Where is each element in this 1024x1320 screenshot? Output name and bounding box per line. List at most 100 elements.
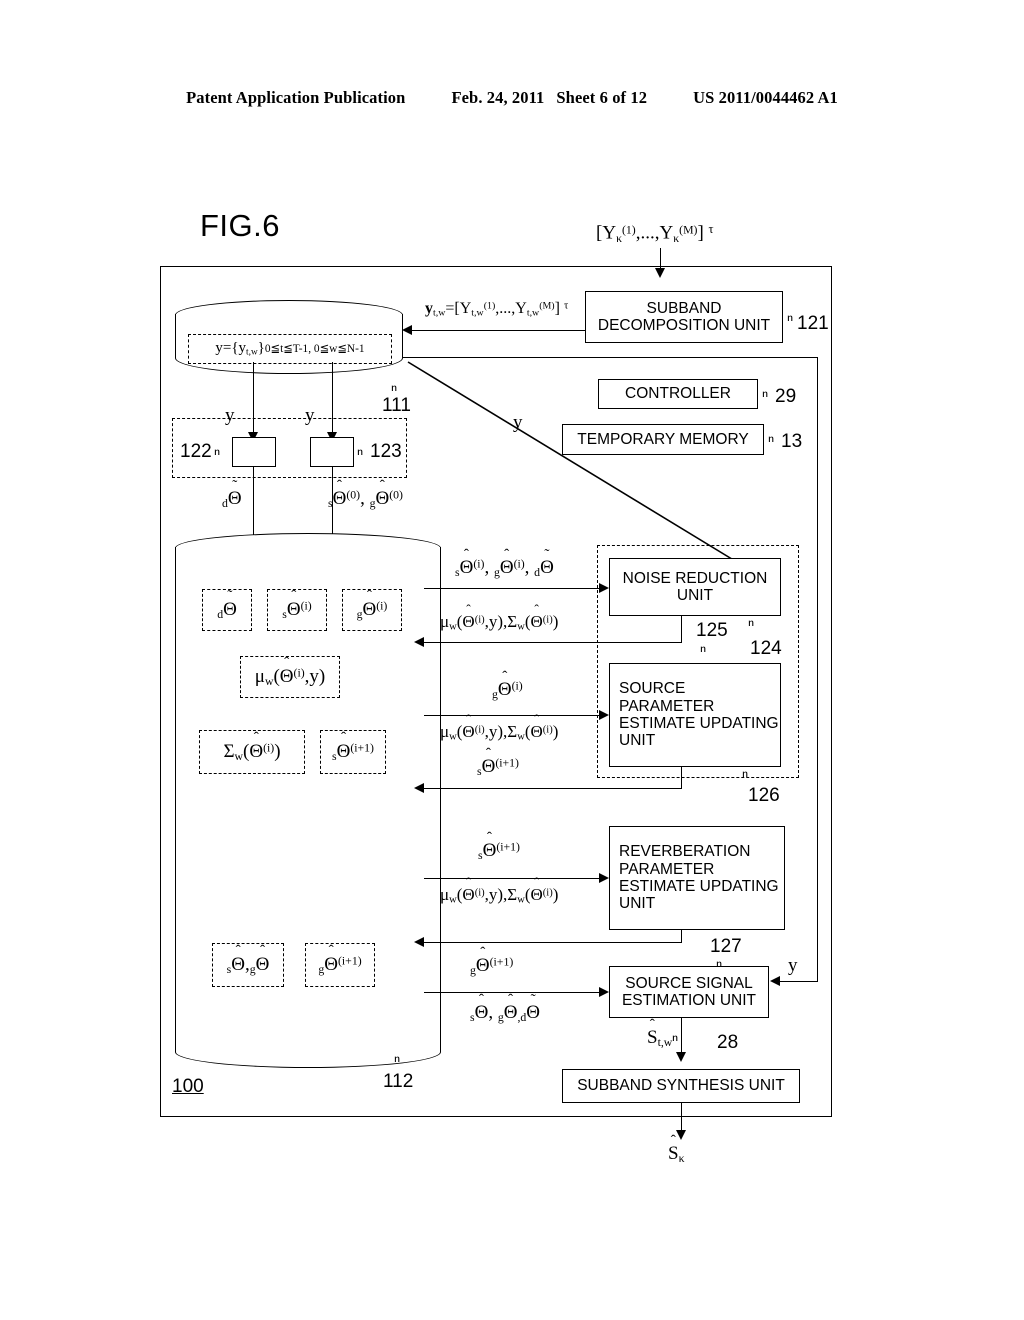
noise-reduction-unit[interactable]: NOISE REDUCTION UNIT (609, 558, 781, 616)
header-publication: Patent Application Publication (186, 88, 406, 107)
rp-output-label: gΘ ˆ (i+1) (470, 943, 514, 977)
nr-output-arrow (414, 636, 424, 647)
ref-124-leader: ⁿ (748, 615, 755, 634)
controller-label: CONTROLLER (625, 385, 731, 403)
page-header: Patent Application Publication Feb. 24, … (0, 88, 1024, 108)
nr-input-arrow (599, 582, 609, 593)
rp-input-arrow (599, 872, 609, 883)
stored-s-g-theta-hat: sΘ ˆ ,gΘ ˆ (212, 943, 284, 987)
sp-input-line (424, 715, 605, 716)
sp-input-label: gΘ ˆ (i) (492, 667, 523, 701)
init-block-122[interactable] (232, 437, 276, 467)
temporary-memory-ref: 13 (781, 431, 803, 452)
ref-126-leader: ⁿ (742, 766, 749, 785)
ref-28-leader: ⁿ (672, 1030, 679, 1049)
stored-d-theta-tilde-label: dΘ ˜ (217, 587, 237, 621)
source-parameter-ref: 126 (748, 785, 780, 806)
ref-13-leader: ⁿ (768, 431, 775, 450)
header-patent-number: US 2011/0044462 A1 (693, 88, 838, 107)
source-parameter-updating-unit[interactable]: SOURCE PARAMETER ESTIMATE UPDATING UNIT (609, 663, 781, 767)
ref-29-leader: ⁿ (762, 386, 769, 405)
noise-reduction-ref: 125 (696, 620, 728, 641)
source-parameter-label: SOURCE PARAMETER ESTIMATE UPDATING UNIT (619, 680, 779, 750)
cylinder-right-feed-line (403, 357, 818, 358)
upper-cylinder-content: y={yt,w}0≦t≦T-1, 0≦w≦N-1 (215, 340, 365, 358)
source-signal-estimation-label: SOURCE SIGNAL ESTIMATION UNIT (621, 974, 757, 1009)
reverberation-parameter-updating-unit[interactable]: REVERBERATION PARAMETER ESTIMATE UPDATIN… (609, 826, 785, 930)
reverberation-parameter-ref: 127 (710, 936, 742, 957)
figure-title: FIG.6 (200, 208, 281, 243)
reverberation-parameter-label: REVERBERATION PARAMETER ESTIMATE UPDATIN… (619, 843, 779, 913)
init-block-123[interactable] (310, 437, 354, 467)
sse-output-arrow (675, 1052, 686, 1062)
ref-112-leader: ⁿ (394, 1051, 401, 1070)
source-signal-estimation-ref: 28 (717, 1032, 739, 1053)
nr-output-down (681, 616, 682, 643)
rp-output-line (424, 942, 682, 943)
stored-d-theta-tilde: dΘ ˜ (202, 587, 252, 631)
subband-synthesis-unit[interactable]: SUBBAND SYNTHESIS UNIT (562, 1069, 800, 1103)
header-date: Feb. 24, 2011 (451, 88, 545, 107)
header-sheet: Sheet 6 of 12 (556, 88, 648, 107)
stored-g-theta-hat-i: gΘ ˆ (i) (342, 587, 402, 631)
sse-input-arrow (599, 986, 609, 997)
init-block-122-ref: 122 (180, 441, 212, 462)
group-124-ref: 124 (750, 638, 782, 659)
rp-input-line (424, 878, 605, 879)
upper-cylinder-content-box: y={yt,w}0≦t≦T-1, 0≦w≦N-1 (188, 334, 392, 364)
final-output-label: Sˆκ (668, 1131, 685, 1165)
stored-sigma-w: Σw(Θ ˆ (i)) (199, 730, 305, 774)
right-feed-arrow (770, 975, 780, 986)
controller-unit[interactable]: CONTROLLER (598, 379, 758, 409)
diagonal-y-label: y (513, 412, 523, 433)
source-signal-estimation-unit[interactable]: SOURCE SIGNAL ESTIMATION UNIT (609, 966, 769, 1018)
stored-g-theta-hat-i1: gΘ ˆ (i+1) (305, 943, 375, 987)
sp-input2-label: μw(Θ ˆ (i),y),Σw(Θ ˆ (i)) (440, 711, 559, 743)
stored-g-theta-hat-i1-label: gΘ ˆ (i+1) (318, 942, 362, 976)
subband-decomposition-unit[interactable]: SUBBAND DECOMPOSITION UNIT (585, 291, 783, 343)
stored-s-theta-hat-i-label: sΘ ˆ (i) (282, 587, 312, 621)
sp-output-label: sΘ ˆ (i+1) (477, 744, 519, 778)
sse-output-label: S ˆ t,w (647, 1015, 673, 1049)
subband-decomposition-ref: 121 (797, 313, 829, 334)
ref-125-leader: ⁿ (700, 641, 707, 660)
sp-input-arrow (599, 709, 609, 720)
dtheta-label: dΘ ˜ (222, 476, 242, 510)
stored-g-theta-hat-i-label: gΘ ˆ (i) (356, 587, 388, 621)
rp-output-arrow (414, 936, 424, 947)
right-vertical-feed (817, 357, 818, 982)
stored-mu-w: μw(Θ ˆ (i),y) (240, 654, 340, 698)
subband-synthesis-label: SUBBAND SYNTHESIS UNIT (577, 1077, 785, 1095)
input-signal-label: [Yκ(1),...,Yκ(M)] τ (596, 222, 714, 245)
temporary-memory-label: TEMPORARY MEMORY (577, 430, 749, 448)
ref-122-leader: ⁿ (214, 444, 221, 463)
temporary-memory-unit[interactable]: TEMPORARY MEMORY (562, 424, 764, 455)
controller-ref: 29 (775, 386, 797, 407)
nr-output-label: μw(Θ ˆ (i),y),Σw(Θ ˆ (i)) (440, 601, 559, 633)
rp-input2-label: μw(Θ ˆ (i),y),Σw(Θ ˆ (i)) (440, 874, 559, 906)
subband-to-cylinder-arrow (402, 324, 412, 335)
sp-output-arrow (414, 782, 424, 793)
stored-sigma-w-label: Σw(Θ ˆ (i)) (223, 729, 281, 763)
rp-input-label: sΘ ˆ (i+1) (478, 828, 520, 862)
subband-decomposition-label: SUBBAND DECOMPOSITION UNIT (597, 299, 771, 334)
subband-to-cylinder-line (412, 330, 585, 331)
sp-output-line (424, 788, 682, 789)
right-feed-to-sse (780, 981, 818, 982)
nr-input-line (424, 588, 605, 589)
noise-reduction-label: NOISE REDUCTION UNIT (622, 569, 768, 604)
lower-cylinder-ref: 112 (383, 1071, 414, 1092)
init-block-123-ref: 123 (370, 441, 402, 462)
sp-output-down (681, 767, 682, 789)
ref-121-leader: ⁿ (787, 310, 794, 329)
stored-s-theta-hat-i1-label: sΘ ˆ (i+1) (332, 729, 374, 763)
sse-y-label: y (788, 955, 798, 976)
stored-s-g-theta-hat-label: sΘ ˆ ,gΘ ˆ (226, 942, 270, 976)
nr-input-label: sΘ ˆ (i), gΘ ˆ (i), dΘ ˜ (455, 545, 554, 579)
upper-cylinder-ref: 111 (382, 395, 411, 416)
sse-input-label: sΘ ˆ, gΘ ˆ ,dΘ ˜ (470, 990, 541, 1024)
stored-mu-w-label: μw(Θ ˆ (i),y) (254, 654, 326, 688)
sgtheta0-label: sΘ ˆ (0), gΘ ˆ (0) (328, 476, 403, 510)
stored-s-theta-hat-i1: sΘ ˆ (i+1) (320, 730, 386, 774)
ref-123-leader: ⁿ (357, 444, 364, 463)
